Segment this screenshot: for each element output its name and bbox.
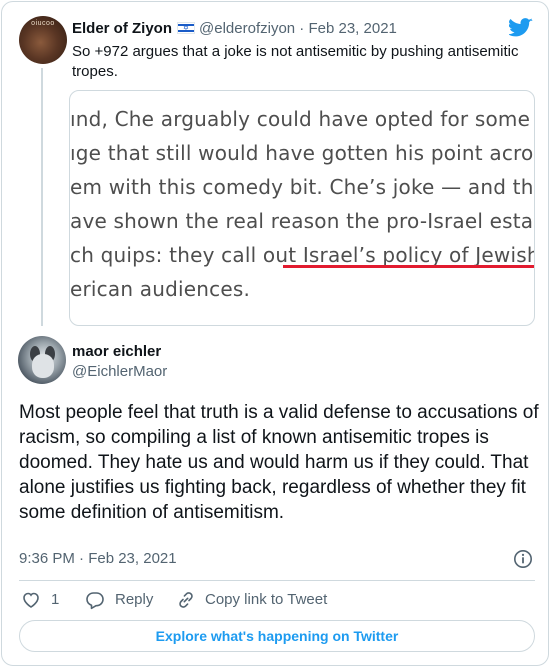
main-author-name[interactable]: maor eichler bbox=[72, 343, 161, 360]
red-underline bbox=[283, 265, 534, 268]
twitter-bird-icon[interactable] bbox=[509, 18, 533, 38]
like-count: 1 bbox=[51, 591, 60, 608]
parent-date[interactable]: Feb 23, 2021 bbox=[308, 20, 396, 37]
article-line: ınd, Che arguably could have opted for s… bbox=[70, 107, 535, 131]
parent-avatar[interactable]: oiucoo bbox=[19, 16, 67, 64]
main-author-handle[interactable]: @EichlerMaor bbox=[72, 363, 167, 380]
link-icon bbox=[179, 592, 193, 608]
parent-tweet[interactable]: oiucoo Elder of Ziyon ✡ @elderofziyon · Fe… bbox=[19, 12, 539, 82]
parent-header: Elder of Ziyon ✡ @elderofziyon · Feb 23, 2… bbox=[72, 20, 397, 38]
parent-tweet-text: So +972 argues that a joke is not antise… bbox=[72, 43, 519, 80]
main-tweet-text: Most people feel that truth is a valid d… bbox=[19, 402, 539, 523]
parent-author-handle[interactable]: @elderofziyon bbox=[199, 20, 295, 37]
main-avatar[interactable] bbox=[18, 336, 66, 384]
heart-icon bbox=[23, 592, 39, 608]
explore-twitter-button[interactable]: Explore what's happening on Twitter bbox=[19, 620, 535, 652]
avatar-text: oiucoo bbox=[31, 20, 55, 27]
article-line: ıge that still would have gotten his poi… bbox=[70, 141, 535, 165]
article-line: ave shown the real reason the pro-Israel… bbox=[70, 209, 535, 233]
tweet-timestamp[interactable]: 9:36 PM · Feb 23, 2021 bbox=[19, 550, 177, 567]
thread-connector-line bbox=[41, 68, 43, 326]
reply-label: Reply bbox=[115, 591, 154, 608]
israel-flag-icon: ✡ bbox=[177, 22, 196, 34]
reply-bubble-icon bbox=[86, 592, 104, 610]
copy-link-label: Copy link to Tweet bbox=[205, 591, 328, 608]
parent-author-name[interactable]: Elder of Ziyon bbox=[72, 20, 172, 37]
article-line: em with this comedy bit. Che’s joke — an… bbox=[70, 175, 535, 199]
info-icon[interactable] bbox=[513, 549, 533, 569]
article-line: ch quips: they call out bbox=[70, 243, 303, 267]
highlighted-phrase: Israel’s policy of Jewish sup bbox=[302, 243, 535, 267]
quoted-article-screenshot[interactable]: ınd, Che arguably could have opted for s… bbox=[69, 90, 535, 326]
article-line-highlighted: ch quips: they call out Israel’s policy … bbox=[70, 243, 535, 267]
article-line: erican audiences. bbox=[70, 277, 251, 301]
divider bbox=[19, 580, 535, 581]
tweet-embed-card: oiucoo Elder of Ziyon ✡ @elderofziyon · Fe… bbox=[1, 1, 549, 666]
separator-dot: · bbox=[299, 20, 305, 37]
